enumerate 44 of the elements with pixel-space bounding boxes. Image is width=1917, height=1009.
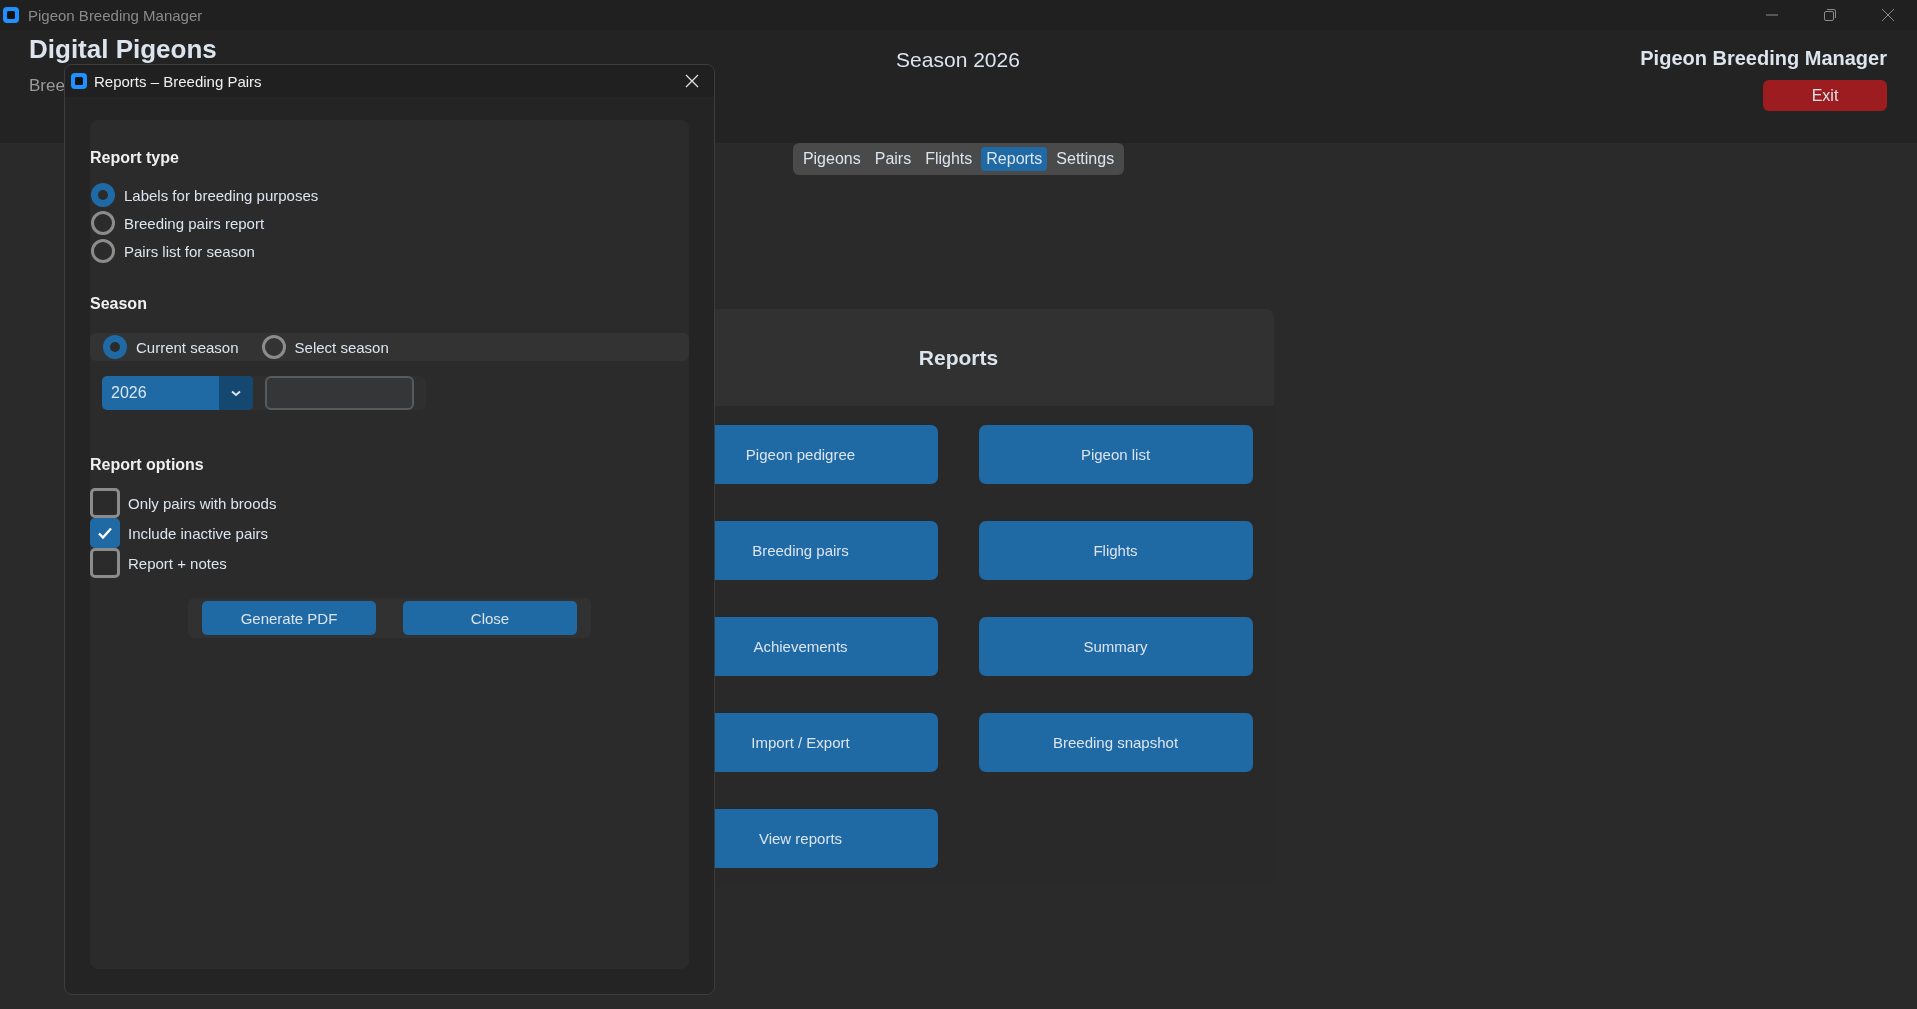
tab[interactable]: Settings bbox=[1051, 147, 1120, 171]
dialog-title: Reports – Breeding Pairs bbox=[94, 72, 263, 90]
section-heading: Report type bbox=[90, 149, 180, 167]
section-heading: Season bbox=[90, 295, 148, 313]
tab[interactable]: Reports bbox=[981, 147, 1048, 171]
restore-icon[interactable] bbox=[1823, 8, 1837, 22]
section-heading: Report options bbox=[90, 456, 205, 474]
chevron-down-icon bbox=[231, 389, 241, 397]
checkbox-label: Report + notes bbox=[128, 554, 227, 572]
report-button[interactable]: Flights bbox=[978, 521, 1253, 580]
app-icon bbox=[2, 6, 20, 24]
radio-button[interactable] bbox=[102, 334, 128, 360]
radio-label: Select season bbox=[294, 338, 389, 356]
checkbox[interactable] bbox=[90, 518, 120, 548]
checkbox[interactable] bbox=[90, 548, 120, 578]
season-label: Season 2026 bbox=[896, 47, 1020, 73]
season-dropdown[interactable]: 2026 bbox=[102, 376, 253, 410]
exit-button[interactable]: Exit bbox=[1763, 80, 1887, 111]
tab[interactable]: Flights bbox=[920, 147, 978, 171]
tab[interactable]: Pigeons bbox=[797, 147, 866, 171]
radio-label: Breeding pairs report bbox=[124, 214, 265, 232]
dialog-app-icon bbox=[70, 72, 88, 90]
checkbox-label: Only pairs with broods bbox=[128, 494, 277, 512]
radio-button[interactable] bbox=[260, 334, 287, 360]
tab[interactable]: Pairs bbox=[869, 147, 917, 171]
app-title: Pigeon Breeding Manager bbox=[1640, 47, 1887, 70]
window-title: Pigeon Breeding Manager bbox=[28, 6, 204, 24]
radio-button[interactable] bbox=[90, 210, 116, 236]
panel-title: Reports bbox=[918, 345, 999, 370]
close-button[interactable]: Close bbox=[403, 601, 577, 635]
checkbox-label: Include inactive pairs bbox=[128, 524, 269, 542]
radio-label: Pairs list for season bbox=[124, 242, 255, 260]
report-button[interactable]: Pigeon list bbox=[978, 425, 1253, 484]
app-subtitle: Bree bbox=[29, 76, 65, 96]
app-name: Digital Pigeons bbox=[29, 34, 217, 64]
radio-button[interactable] bbox=[90, 238, 116, 264]
report-button[interactable]: Summary bbox=[978, 617, 1253, 676]
season-input-field[interactable] bbox=[265, 376, 414, 410]
generate-button[interactable]: Generate PDF bbox=[202, 601, 376, 635]
check-icon bbox=[97, 526, 113, 540]
report-button[interactable]: Breeding snapshot bbox=[978, 713, 1253, 772]
radio-label: Current season bbox=[136, 338, 239, 356]
radio-label: Labels for breeding purposes bbox=[124, 186, 319, 204]
radio-button[interactable] bbox=[90, 182, 116, 208]
